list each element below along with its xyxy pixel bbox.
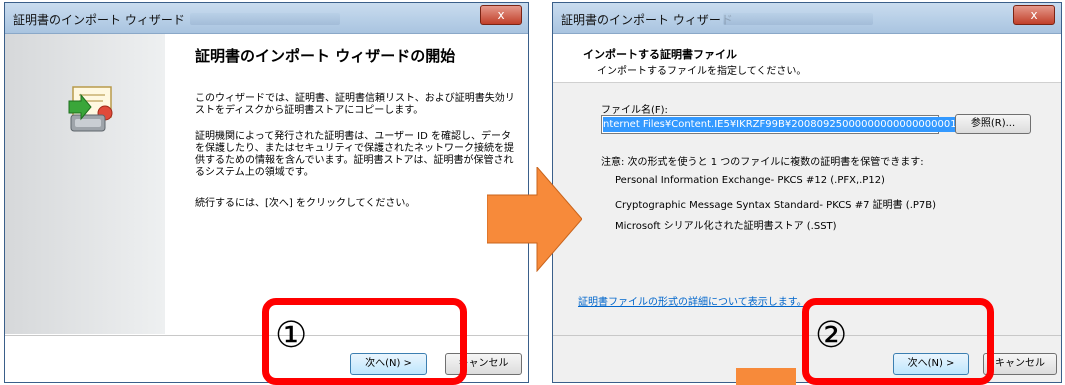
close-icon[interactable]: x — [1030, 8, 1037, 22]
window-title: 証明書のインポート ウィザード — [13, 13, 185, 27]
page-title: インポートする証明書ファイル — [583, 48, 737, 61]
wizard-heading: 証明書のインポート ウィザードの開始 — [195, 47, 456, 65]
window-title: 証明書のインポート ウィザード — [561, 13, 733, 27]
certificate-import-icon — [68, 86, 113, 132]
format-item: Microsoft シリアル化された証明書ストア (.SST) — [615, 221, 837, 232]
intro-text: このウィザードでは、証明書、証明書信頼リスト、および証明書失効リストをディスクか… — [195, 93, 515, 116]
background-tab — [723, 13, 873, 25]
title-bar: 証明書のインポート ウィザード x — [553, 3, 1061, 34]
close-button[interactable]: x — [480, 5, 522, 25]
cancel-button[interactable]: キャンセル — [983, 353, 1057, 375]
step-marker-1: ① — [275, 315, 308, 356]
page-subtitle: インポートするファイルを指定してください。 — [597, 66, 807, 77]
description-text: 証明機関によって発行された証明書は、ユーザー ID を確認し、データを保護したり… — [195, 131, 514, 178]
title-bar: 証明書のインポート ウィザード x — [5, 3, 528, 34]
filename-value[interactable]: nternet Files¥Content.IE5¥IKRZF99B¥20080… — [603, 117, 996, 132]
background-tab — [190, 13, 340, 25]
close-button[interactable]: x — [1013, 5, 1055, 25]
arrow-right-icon — [487, 167, 582, 272]
format-item: Personal Information Exchange- PKCS #12 … — [615, 175, 885, 186]
format-details-link[interactable]: 証明書ファイルの形式の詳細について表示します。 — [578, 293, 807, 308]
format-item: Cryptographic Message Syntax Standard- P… — [615, 200, 937, 211]
format-note: 注意: 次の形式を使うと 1 つのファイルに複数の証明書を保管できます: — [601, 157, 924, 168]
filename-label: ファイル名(F): — [601, 105, 668, 116]
step-marker-2: ② — [815, 315, 848, 356]
filename-input[interactable]: nternet Files¥Content.IE5¥IKRZF99B¥20080… — [601, 115, 996, 134]
close-icon[interactable]: x — [497, 8, 504, 22]
browse-button[interactable]: 参照(R)... — [955, 114, 1031, 134]
arrow-down-icon — [736, 368, 796, 385]
continue-instruction: 続行するには、[次へ] をクリックしてください。 — [195, 198, 416, 209]
wizard-side-panel — [5, 34, 165, 334]
